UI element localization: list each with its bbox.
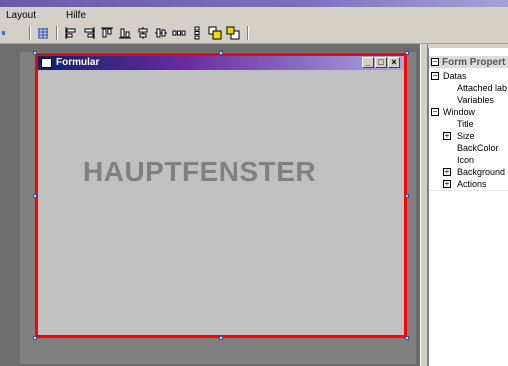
center-vertical-icon[interactable] <box>154 26 168 40</box>
menu-bar: Layout Hilfe <box>0 7 508 23</box>
toolbar-separator <box>247 26 249 40</box>
prop-row-attached-label[interactable]: Attached lab <box>429 82 508 94</box>
send-back-icon[interactable] <box>226 26 240 40</box>
center-horizontal-icon[interactable] <box>136 26 150 40</box>
collapse-icon[interactable]: − <box>431 72 439 80</box>
grid-icon[interactable] <box>36 26 50 40</box>
top-title-strip <box>0 0 508 7</box>
align-top-icon[interactable] <box>100 26 114 40</box>
resize-handle[interactable] <box>405 336 409 340</box>
resize-handle[interactable] <box>219 336 223 340</box>
form-content-label: HAUPTFENSTER <box>83 156 317 187</box>
resize-handle[interactable] <box>33 336 37 340</box>
expand-icon[interactable]: + <box>443 168 451 176</box>
maximize-icon[interactable]: □ <box>375 57 387 68</box>
properties-title: Form Propert <box>442 57 506 68</box>
toolbar-separator <box>56 26 58 40</box>
prop-grid-end <box>429 190 508 191</box>
prop-row-icon[interactable]: Icon <box>429 154 508 166</box>
space-vertical-icon[interactable] <box>190 26 204 40</box>
align-right-icon[interactable] <box>82 26 96 40</box>
prop-row-size[interactable]: + Size <box>429 130 508 142</box>
prop-row-datas[interactable]: − Datas <box>429 70 508 82</box>
collapse-icon[interactable]: − <box>431 108 439 116</box>
form-title: Formular <box>56 57 100 68</box>
toolbar-grip-icon <box>2 31 5 35</box>
form-titlebar[interactable]: Formular _ □ × <box>38 56 404 70</box>
collapse-icon[interactable]: − <box>431 58 439 66</box>
panel-splitter[interactable] <box>420 44 428 366</box>
toolbar-separator <box>29 26 31 40</box>
align-left-icon[interactable] <box>64 26 78 40</box>
minimize-icon[interactable]: _ <box>362 57 374 68</box>
resize-handle[interactable] <box>33 51 37 55</box>
resize-handle[interactable] <box>405 51 409 55</box>
prop-row-actions[interactable]: + Actions <box>429 178 508 190</box>
resize-handle[interactable] <box>405 194 409 198</box>
prop-row-background[interactable]: + Background <box>429 166 508 178</box>
menu-layout[interactable]: Layout <box>6 10 36 21</box>
resize-handle[interactable] <box>219 51 223 55</box>
close-icon[interactable]: × <box>388 57 400 68</box>
bring-front-icon[interactable] <box>208 26 222 40</box>
align-bottom-icon[interactable] <box>118 26 132 40</box>
menu-hilfe[interactable]: Hilfe <box>66 10 86 21</box>
expand-icon[interactable]: + <box>443 180 451 188</box>
prop-row-title[interactable]: Title <box>429 118 508 130</box>
properties-header: − Form Propert <box>429 56 508 68</box>
form-icon <box>41 58 52 68</box>
prop-row-backcolor[interactable]: BackColor <box>429 142 508 154</box>
space-horizontal-icon[interactable] <box>172 26 186 40</box>
properties-panel: − Form Propert − Datas Attached lab Vari… <box>428 48 508 366</box>
form-window-selected[interactable]: Formular _ □ × HAUPTFENSTER <box>35 53 407 338</box>
prop-row-variables[interactable]: Variables <box>429 94 508 106</box>
resize-handle[interactable] <box>33 194 37 198</box>
toolbar <box>0 23 508 44</box>
expand-icon[interactable]: + <box>443 132 451 140</box>
prop-row-window[interactable]: − Window <box>429 106 508 118</box>
